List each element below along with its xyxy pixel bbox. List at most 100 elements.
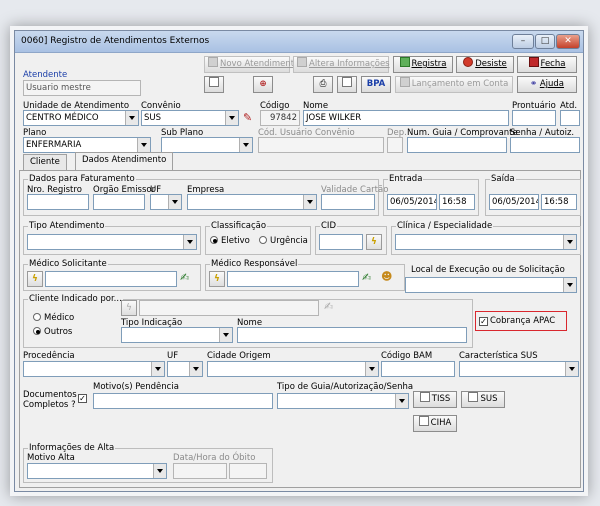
ajuda-button[interactable]: ⚭ Ajuda: [517, 76, 577, 93]
pencil-edit-icon[interactable]: ✍: [362, 271, 371, 284]
ciha-button[interactable]: CIHA: [413, 415, 457, 432]
medico-solicitante-legend: Médico Solicitante: [29, 259, 107, 269]
maximize-button[interactable]: □: [535, 34, 555, 49]
tab-dados-atendimento[interactable]: Dados Atendimento: [75, 152, 174, 170]
sus-button[interactable]: SUS: [461, 391, 505, 408]
entrada-date-field[interactable]: 06/05/2014: [387, 194, 437, 210]
chevron-down-icon: [225, 111, 238, 125]
medico-solicitante-lookup-button[interactable]: ϟ: [27, 271, 43, 287]
copy-icon: [342, 77, 352, 87]
medico-responsavel-lookup-button[interactable]: ϟ: [209, 271, 225, 287]
cod-usuario-convenio-field: [258, 137, 384, 153]
nro-registro-field[interactable]: [27, 194, 89, 210]
copy-button[interactable]: [337, 76, 357, 93]
local-execucao-select[interactable]: [405, 277, 577, 293]
procedencia-label: Procedência: [23, 351, 75, 361]
clinica-legend: Clínica / Especialidade: [397, 221, 493, 231]
desiste-button[interactable]: Desiste: [456, 56, 514, 73]
cidade-origem-select[interactable]: [207, 361, 379, 377]
convenio-select[interactable]: SUS: [141, 110, 239, 126]
person-icon[interactable]: ☻: [381, 270, 392, 283]
pencil-edit-icon[interactable]: ✍: [324, 300, 333, 313]
printer-icon: ⎙: [319, 79, 327, 89]
urgencia-radio[interactable]: Urgência: [259, 236, 308, 246]
chevron-down-icon: [365, 362, 378, 376]
chevron-down-icon: [183, 235, 196, 249]
cobranca-apac-checkbox[interactable]: ✓ Cobrança APAC: [479, 316, 555, 326]
motivo-alta-select[interactable]: [27, 463, 167, 479]
atd-field[interactable]: [560, 110, 580, 126]
prontuario-field[interactable]: [512, 110, 556, 126]
validade-cartao-field[interactable]: [321, 194, 375, 210]
chevron-down-icon: [189, 362, 202, 376]
tipo-atendimento-legend: Tipo Atendimento: [29, 221, 105, 231]
tab-cliente[interactable]: Cliente: [23, 154, 67, 170]
caracteristica-sus-label: Característica SUS: [459, 351, 538, 361]
chevron-down-icon: [219, 328, 232, 342]
tiss-button[interactable]: TISS: [413, 391, 457, 408]
pencil-edit-icon[interactable]: ✍: [180, 271, 189, 284]
atendente-label: Atendente: [23, 70, 68, 80]
documentos-completos-label: Completos ?: [23, 400, 76, 410]
printer-button[interactable]: ⎙: [313, 76, 333, 93]
zoom-button[interactable]: ⊕: [253, 76, 273, 93]
fecha-button[interactable]: Fecha: [517, 56, 577, 73]
print-preview-button[interactable]: [204, 76, 224, 93]
dep-field: [387, 137, 403, 153]
procedencia-select[interactable]: [23, 361, 165, 377]
close-button[interactable]: ✕: [556, 34, 580, 49]
orgao-emissor-field[interactable]: [93, 194, 145, 210]
nome-field[interactable]: JOSE WILKER: [303, 110, 509, 126]
tipo-guia-select[interactable]: [277, 393, 409, 409]
motivo-pendencia-label: Motivo(s) Pendência: [93, 382, 179, 392]
sub-plano-select[interactable]: [161, 137, 253, 153]
clinica-select[interactable]: [395, 234, 577, 250]
help-icon: ⚭: [530, 79, 538, 89]
edit-doc-icon: [297, 57, 307, 67]
indicador-lookup-button[interactable]: ϟ: [121, 300, 137, 316]
saida-time-field[interactable]: 16:58: [541, 194, 577, 210]
bpa-button[interactable]: BPA: [361, 76, 391, 93]
unidade-select[interactable]: CENTRO MÉDICO: [23, 110, 139, 126]
senha-field[interactable]: [510, 137, 580, 153]
motivo-pendencia-field[interactable]: [93, 393, 273, 409]
eletivo-radio[interactable]: Eletivo: [210, 236, 250, 246]
medico-solicitante-field[interactable]: [45, 271, 177, 287]
altera-informacoes-button[interactable]: Altera Informações: [293, 56, 390, 73]
chevron-down-icon: [151, 362, 164, 376]
lancamento-em-conta-button[interactable]: Lançamento em Conta: [395, 76, 513, 93]
tipo-indicacao-select[interactable]: [121, 327, 233, 343]
novo-atendimento-button[interactable]: Novo Atendimento: [204, 56, 299, 73]
medico-responsavel-field[interactable]: [227, 271, 359, 287]
uf2-select[interactable]: [167, 361, 203, 377]
plano-select[interactable]: ENFERMARIA: [23, 137, 151, 153]
indicador-field: [139, 300, 319, 316]
lightning-icon: ϟ: [126, 303, 132, 313]
empresa-select[interactable]: [187, 194, 317, 210]
cid-legend: CID: [321, 221, 336, 231]
tipo-guia-label: Tipo de Guia/Autorização/Senha: [277, 382, 414, 392]
uf-select[interactable]: [150, 194, 182, 210]
radio-selected-icon: [33, 327, 41, 335]
outros-radio[interactable]: Outros: [33, 327, 72, 337]
minimize-button[interactable]: –: [512, 34, 534, 49]
cidade-origem-label: Cidade Origem: [207, 351, 271, 361]
documentos-checkbox[interactable]: ✓: [78, 393, 89, 403]
registra-button[interactable]: Registra: [393, 56, 453, 73]
chevron-down-icon: [563, 235, 576, 249]
cid-field[interactable]: [319, 234, 363, 250]
saida-legend: Saída: [491, 174, 515, 184]
entrada-time-field[interactable]: 16:58: [439, 194, 475, 210]
saida-date-field[interactable]: 06/05/2014: [489, 194, 539, 210]
codigo-field: 97842: [260, 110, 300, 126]
num-guia-field[interactable]: [407, 137, 507, 153]
medico-radio[interactable]: Médico: [33, 313, 74, 323]
document-icon: [418, 416, 429, 426]
card-edit-icon[interactable]: ✎: [243, 111, 259, 125]
tipo-atendimento-select[interactable]: [27, 234, 197, 250]
caracteristica-sus-select[interactable]: [459, 361, 579, 377]
cid-lookup-button[interactable]: ϟ: [366, 234, 382, 250]
indicacao-nome-field[interactable]: [237, 327, 467, 343]
chevron-down-icon: [153, 464, 166, 478]
codigo-bam-field[interactable]: [381, 361, 455, 377]
